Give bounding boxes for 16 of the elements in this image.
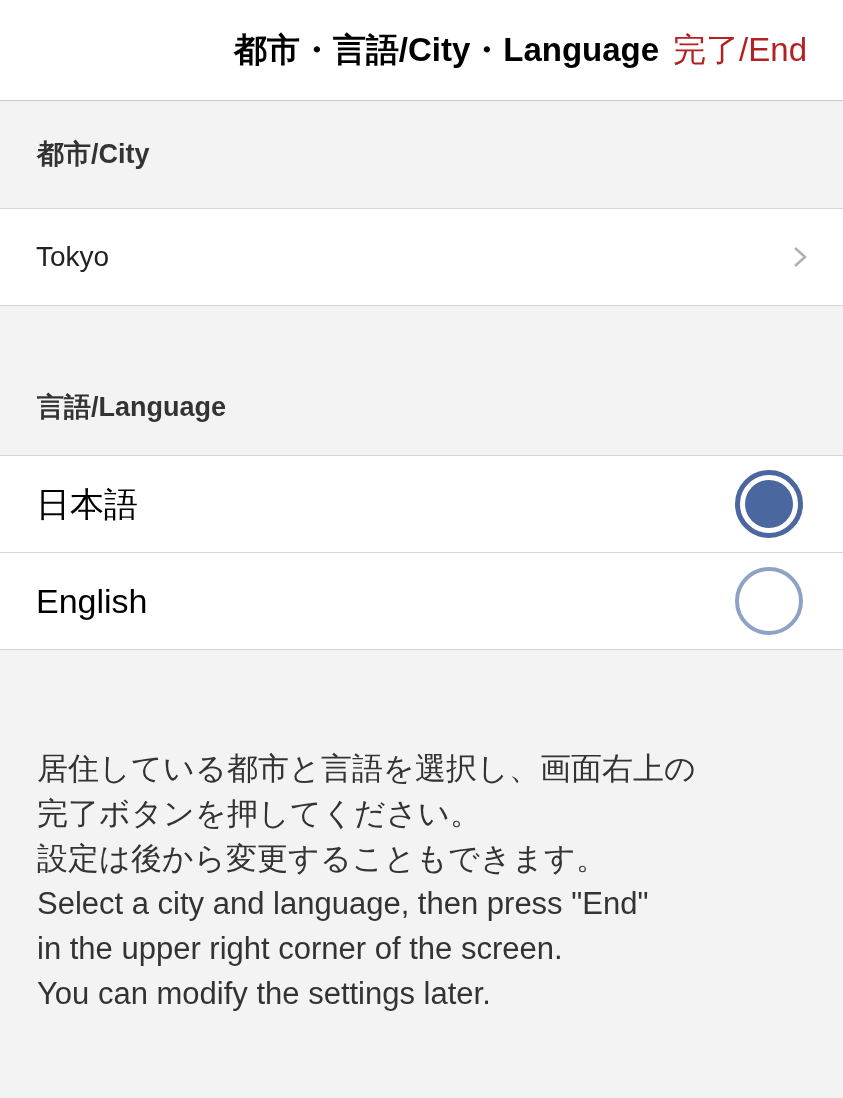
radio-button[interactable] [735,470,803,538]
chevron-right-icon [793,246,807,268]
screen-title: 都市・言語/City・Language [233,30,660,71]
language-option[interactable]: English [0,553,843,650]
instruction-text: in the upper right corner of the screen. [37,930,564,968]
done-button[interactable]: 完了/End [673,25,807,75]
instruction-text: You can modify the settings later. [37,975,492,1013]
section-heading: 言語/Language [37,390,226,424]
language-option[interactable]: 日本語 [0,456,843,553]
city-row[interactable]: Tokyo [0,209,843,306]
instruction-text: 居住している都市と言語を選択し、画面右上の [37,750,697,788]
instruction-text: 完了ボタンを押してください。 [37,795,482,833]
section-heading: 都市/City [37,138,150,172]
radio-button[interactable] [735,567,803,635]
instruction-text: Select a city and language, then press "End" [37,885,650,923]
instruction-text: 設定は後から変更することもできます。 [37,840,608,878]
